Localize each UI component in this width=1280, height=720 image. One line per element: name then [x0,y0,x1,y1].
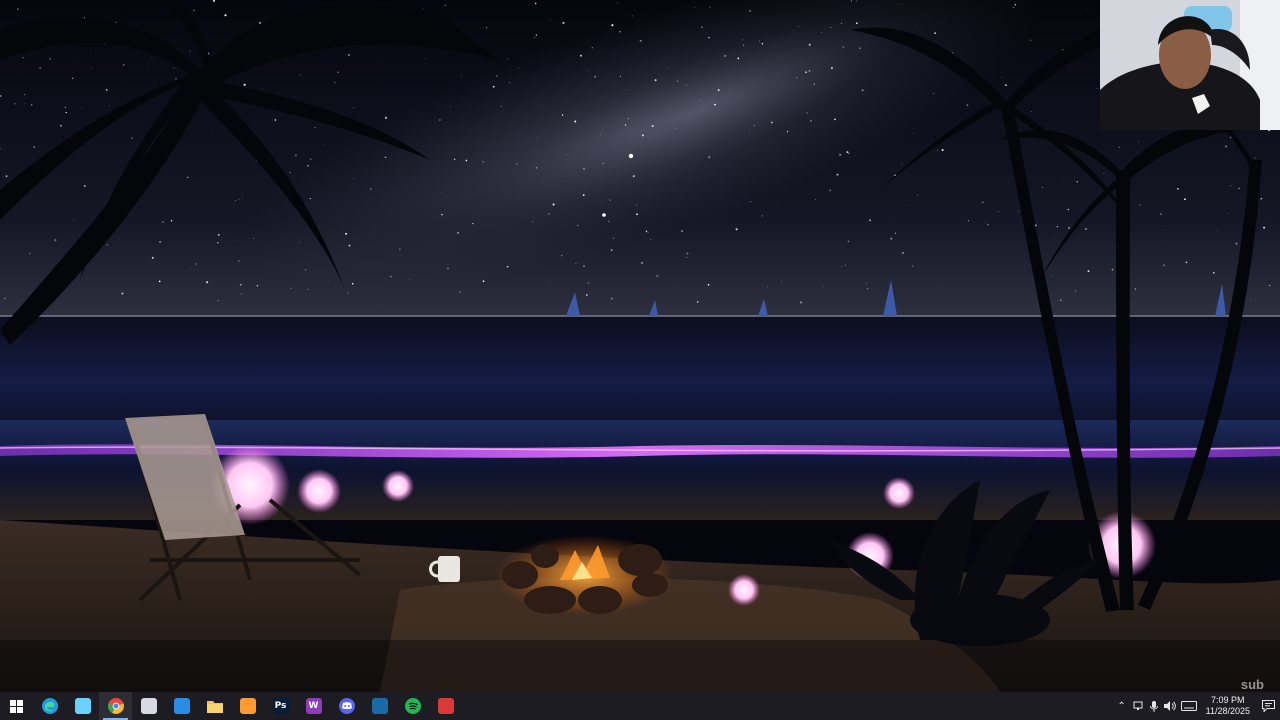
discord-icon [338,698,355,714]
taskbar-explorer-button[interactable] [198,692,231,720]
microphone-icon[interactable] [1146,692,1162,720]
folder-icon [206,698,223,714]
clock-time: 7:09 PM [1211,695,1245,705]
taskbar-spotify-button[interactable] [396,692,429,720]
system-tray: ⌃ 7:09 PM 11/28/2025 [1114,692,1280,720]
spotify-icon [404,698,421,714]
clock-date: 11/28/2025 [1205,706,1250,716]
taskbar-app-bird-button[interactable] [132,692,165,720]
network-icon[interactable] [1130,692,1146,720]
watermark-text: sub [1240,677,1264,692]
taskbar-chrome-button[interactable] [99,692,132,720]
w-app-icon: W [305,698,322,714]
photoshop-label: Ps [274,701,287,711]
taskbar-app-red-button[interactable] [429,692,462,720]
keyboard-icon[interactable] [1178,692,1200,720]
chrome-icon [107,698,124,714]
chevron-up-icon[interactable]: ⌃ [1114,692,1130,720]
steam-icon [371,698,388,714]
streamer-silhouette-icon [1100,0,1280,130]
webcam-overlay [1100,0,1280,130]
taskbar-steam-button[interactable] [363,692,396,720]
desktop[interactable]: sub [0,0,1280,692]
app-w-label: W [308,701,319,711]
taskbar: Ps W ⌃ 7:09 PM 11/28/2025 [0,692,1280,720]
taskbar-edge-button[interactable] [33,692,66,720]
clock[interactable]: 7:09 PM 11/28/2025 [1200,692,1256,720]
copilot-icon [74,698,91,714]
notification-icon[interactable] [1256,692,1280,720]
taskbar-discord-button[interactable] [330,692,363,720]
taskbar-app-w-button[interactable]: W [297,692,330,720]
edge-icon [41,698,58,714]
sublime-icon [239,698,256,714]
taskbar-photoshop-button[interactable]: Ps [264,692,297,720]
windows-start-icon [9,698,25,714]
wallpaper [0,0,1280,692]
taskbar-copilot-button[interactable] [66,692,99,720]
taskbar-apps: Ps W [0,692,462,720]
red-app-icon [437,698,454,714]
taskbar-start-button[interactable] [0,692,33,720]
photoshop-icon: Ps [272,698,289,714]
vscode-icon [173,698,190,714]
bird-app-icon [140,698,157,714]
speaker-icon[interactable] [1162,692,1178,720]
taskbar-vscode-button[interactable] [165,692,198,720]
taskbar-sublime-button[interactable] [231,692,264,720]
